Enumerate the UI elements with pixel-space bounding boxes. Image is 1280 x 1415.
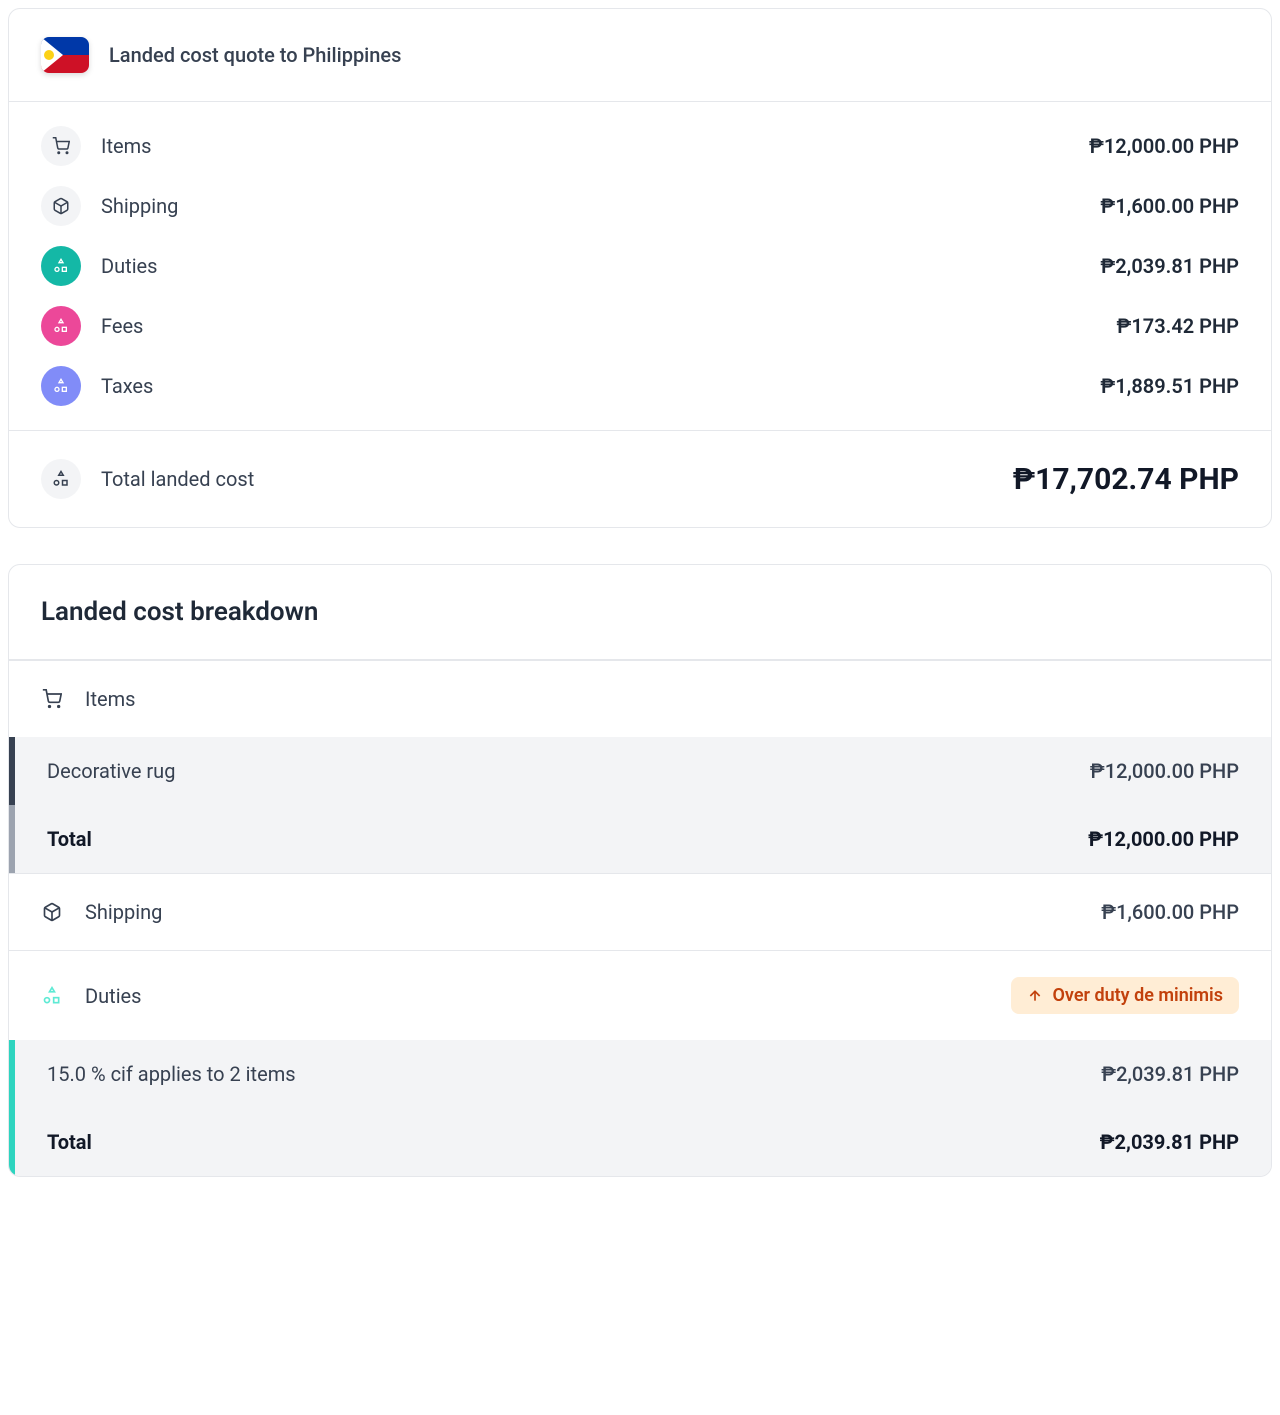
row-fees: Fees ₱173.42 PHP [41, 306, 1239, 346]
section-items-total: Total ₱12,000.00 PHP [9, 805, 1271, 873]
total-label: Total landed cost [101, 467, 993, 491]
duty-total-value: ₱2,039.81 PHP [1100, 1130, 1239, 1154]
package-icon [41, 902, 63, 922]
section-duties-head: Duties Over duty de minimis [9, 950, 1271, 1040]
row-taxes: Taxes ₱1,889.51 PHP [41, 366, 1239, 406]
section-shipping-label: Shipping [85, 900, 1079, 924]
cart-icon [41, 126, 81, 166]
section-shipping-head: Shipping ₱1,600.00 PHP [9, 873, 1271, 950]
shapes-icon [41, 366, 81, 406]
item-row-label: Decorative rug [47, 759, 175, 783]
row-duties-value: ₱2,039.81 PHP [1100, 254, 1239, 278]
shapes-icon [41, 459, 81, 499]
row-duties: Duties ₱2,039.81 PHP [41, 246, 1239, 286]
total-value: ₱17,702.74 PHP [1013, 462, 1239, 497]
row-fees-label: Fees [101, 314, 1097, 338]
section-items-body: Decorative rug ₱12,000.00 PHP [9, 737, 1271, 805]
item-total-row: Total ₱12,000.00 PHP [15, 805, 1271, 873]
row-shipping: Shipping ₱1,600.00 PHP [41, 186, 1239, 226]
shapes-icon [41, 986, 63, 1006]
item-total-label: Total [47, 827, 92, 851]
breakdown-title: Landed cost breakdown [41, 597, 1239, 627]
row-shipping-label: Shipping [101, 194, 1080, 218]
arrow-up-icon [1027, 988, 1043, 1004]
row-items: Items ₱12,000.00 PHP [41, 126, 1239, 166]
philippines-flag-icon [41, 37, 89, 73]
duty-total-row: Total ₱2,039.81 PHP [15, 1108, 1271, 1176]
section-duties-body: 15.0 % cif applies to 2 items ₱2,039.81 … [9, 1040, 1271, 1176]
item-total-value: ₱12,000.00 PHP [1088, 827, 1239, 851]
breakdown-card: Landed cost breakdown Items Decorative r… [8, 564, 1272, 1177]
breakdown-header: Landed cost breakdown [9, 565, 1271, 660]
quote-header: Landed cost quote to Philippines [9, 9, 1271, 102]
duty-row-value: ₱2,039.81 PHP [1101, 1062, 1239, 1086]
cart-icon [41, 689, 63, 709]
total-row: Total landed cost ₱17,702.74 PHP [9, 430, 1271, 527]
row-taxes-label: Taxes [101, 374, 1080, 398]
quote-rows: Items ₱12,000.00 PHP Shipping ₱1,600.00 … [9, 102, 1271, 430]
duty-row: 15.0 % cif applies to 2 items ₱2,039.81 … [15, 1040, 1271, 1108]
section-items-label: Items [85, 687, 1239, 711]
item-row: Decorative rug ₱12,000.00 PHP [15, 737, 1271, 805]
duty-total-label: Total [47, 1130, 92, 1154]
shapes-icon [41, 246, 81, 286]
section-items-head: Items [9, 660, 1271, 737]
row-shipping-value: ₱1,600.00 PHP [1100, 194, 1239, 218]
package-icon [41, 186, 81, 226]
item-row-value: ₱12,000.00 PHP [1090, 759, 1239, 783]
duty-row-label: 15.0 % cif applies to 2 items [47, 1062, 296, 1086]
de-minimis-badge: Over duty de minimis [1011, 977, 1240, 1014]
row-taxes-value: ₱1,889.51 PHP [1100, 374, 1239, 398]
shapes-icon [41, 306, 81, 346]
section-duties-label: Duties [85, 984, 989, 1008]
row-items-value: ₱12,000.00 PHP [1089, 134, 1239, 158]
quote-title: Landed cost quote to Philippines [109, 43, 401, 67]
row-fees-value: ₱173.42 PHP [1117, 314, 1239, 338]
row-duties-label: Duties [101, 254, 1080, 278]
badge-text: Over duty de minimis [1053, 985, 1224, 1006]
quote-card: Landed cost quote to Philippines Items ₱… [8, 8, 1272, 528]
section-shipping-value: ₱1,600.00 PHP [1101, 900, 1239, 924]
row-items-label: Items [101, 134, 1069, 158]
